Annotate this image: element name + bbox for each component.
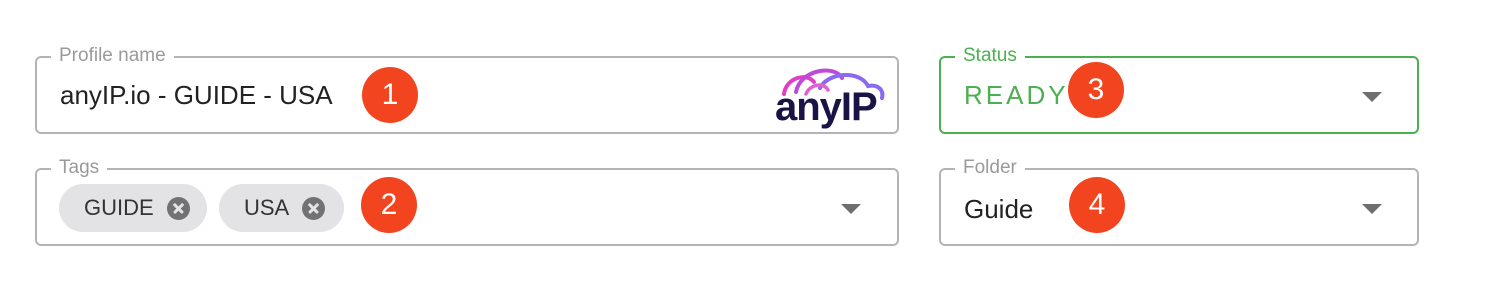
cancel-circle-icon[interactable] xyxy=(302,196,326,220)
tags-field[interactable]: Tags GUIDE USA xyxy=(35,156,899,246)
status-value: READY xyxy=(964,80,1069,110)
folder-select[interactable]: Folder Guide xyxy=(939,156,1419,246)
profile-name-label: Profile name xyxy=(51,44,174,68)
step-badge-3: 3 xyxy=(1068,62,1124,118)
profile-name-input[interactable]: anyIP.io - GUIDE - USA xyxy=(60,80,333,110)
step-badge-1: 1 xyxy=(362,67,418,123)
cancel-circle-icon[interactable] xyxy=(166,196,190,220)
folder-value: Guide xyxy=(964,194,1034,224)
folder-label: Folder xyxy=(955,156,1025,180)
step-badge-2: 2 xyxy=(361,177,417,233)
status-select[interactable]: Status READY xyxy=(939,44,1419,134)
chevron-down-icon[interactable] xyxy=(1362,92,1382,102)
chevron-down-icon[interactable] xyxy=(841,204,861,214)
profile-name-field[interactable]: Profile name anyIP.io - GUIDE - USA anyI… xyxy=(35,44,899,134)
tag-chip-guide[interactable]: GUIDE xyxy=(59,184,207,232)
tag-chip-label: USA xyxy=(244,195,290,220)
tag-chip-label: GUIDE xyxy=(84,195,154,220)
status-label: Status xyxy=(955,44,1025,68)
step-badge-4: 4 xyxy=(1069,177,1125,233)
tag-chip-usa[interactable]: USA xyxy=(219,184,344,232)
chevron-down-icon[interactable] xyxy=(1362,204,1382,214)
anyip-logo-text: anyIP xyxy=(775,85,878,129)
tags-label: Tags xyxy=(51,156,108,180)
